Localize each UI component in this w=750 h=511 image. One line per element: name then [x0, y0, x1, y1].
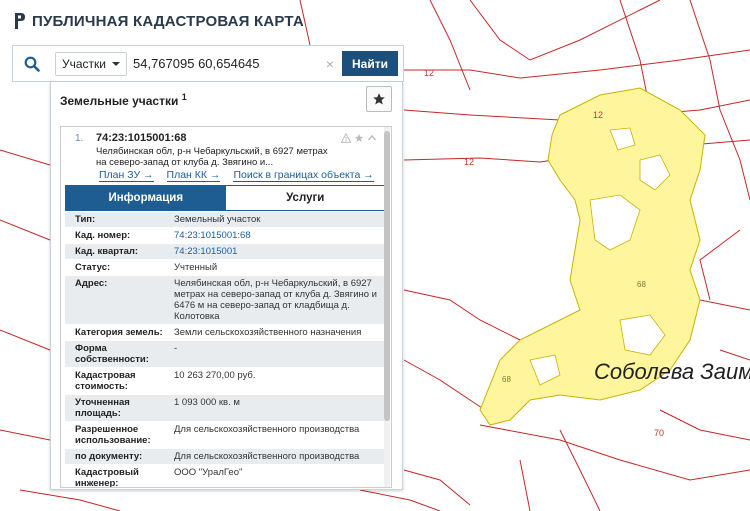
village-name-label: Соболева Заим: [594, 359, 750, 384]
prop-value: ООО "УралГео": [174, 467, 243, 478]
properties-table: Тип: Земельный участок Кад. номер: 74:23:1…: [65, 212, 386, 488]
panel-title-text: Земельные участки: [60, 94, 179, 108]
result-tabs: Информация Услуги: [65, 185, 386, 211]
prop-key: Адрес:: [75, 278, 108, 289]
prop-key: Кадастровый инженер:: [75, 467, 139, 488]
results-panel: Земельные участки 1 1. 74:23:1015001:68 …: [50, 82, 403, 490]
search-type-select[interactable]: Участки: [55, 51, 127, 76]
result-count: 1: [181, 92, 187, 102]
prop-key: Форма собственности:: [75, 343, 149, 365]
table-row: Кадастровый инженер: ООО "УралГео": [65, 465, 386, 488]
table-row: Статус: Учтенный: [65, 260, 386, 276]
table-row: Кадастровая стоимость: 10 263 270,00 руб.: [65, 368, 386, 395]
prop-value: -: [174, 343, 178, 354]
table-row: Форма собственности: -: [65, 341, 386, 368]
result-links: План ЗУ → План КК → Поиск в границах объ…: [99, 169, 374, 182]
table-row: Тип: Земельный участок: [65, 212, 386, 228]
parcel-number-label: 68: [637, 280, 646, 289]
prop-key: Кад. номер:: [75, 230, 131, 241]
table-row: Уточненная площадь: 1 093 000 кв. м: [65, 395, 386, 422]
prop-key: Кадастровая стоимость:: [75, 370, 136, 392]
find-button[interactable]: Найти: [342, 51, 398, 76]
search-bar: Участки × Найти: [12, 45, 404, 82]
star-icon[interactable]: [354, 133, 364, 143]
result-index: 1.: [75, 133, 84, 144]
prop-key: Категория земель:: [75, 327, 163, 338]
table-row: Кад. квартал: 74:23:1015001: [65, 244, 386, 260]
map-label: 12: [464, 157, 475, 167]
search-button[interactable]: [13, 46, 51, 81]
map-label: 12: [424, 68, 435, 78]
clear-icon[interactable]: ×: [326, 56, 334, 72]
prop-value-link[interactable]: 74:23:1015001:68: [170, 228, 386, 243]
link-plan-zu[interactable]: План ЗУ →: [99, 169, 154, 182]
table-row: по документу: Для сельскохозяйственного п…: [65, 449, 386, 465]
result-description: Челябинская обл, р-н Чебаркульский, в 69…: [96, 146, 328, 168]
brand: ПУБЛИЧНАЯ КАДАСТРОВАЯ КАРТА: [12, 12, 304, 30]
prop-key: Статус:: [75, 262, 111, 273]
panel-header: Земельные участки 1: [51, 82, 402, 118]
prop-key: Уточненная площадь:: [75, 397, 130, 419]
prop-value: Для сельскохозяйственного производства: [174, 451, 360, 462]
prop-value: Для сельскохозяйственного производства: [174, 424, 360, 435]
app-title: ПУБЛИЧНАЯ КАДАСТРОВАЯ КАРТА: [32, 12, 304, 30]
search-icon: [24, 56, 40, 72]
prop-value: 10 263 270,00 руб.: [174, 370, 256, 381]
rosreestr-logo-icon: [15, 13, 25, 29]
link-search-in-bounds[interactable]: Поиск в границах объекта →: [233, 169, 374, 182]
table-row: Категория земель: Земли сельскохозяйствен…: [65, 325, 386, 341]
panel-title: Земельные участки 1: [60, 92, 187, 108]
prop-value: Учтенный: [174, 262, 218, 273]
prop-value: Земли сельскохозяйственного назначения: [174, 327, 362, 338]
parcel-number-label: 68: [502, 375, 511, 384]
result-cadastral-id[interactable]: 74:23:1015001:68: [96, 132, 187, 144]
prop-key: Тип:: [75, 214, 96, 225]
result-actions: [341, 133, 377, 143]
star-icon: [373, 93, 385, 105]
tab-services[interactable]: Услуги: [225, 186, 385, 210]
table-row: Разрешенное использование: Для сельскохоз…: [65, 422, 386, 449]
prop-key: по документу:: [75, 451, 143, 462]
map-label: 70: [654, 428, 665, 438]
prop-value-link[interactable]: 74:23:1015001: [170, 244, 386, 259]
scrollbar-thumb[interactable]: [384, 131, 390, 421]
result-card: 1. 74:23:1015001:68 Челябинская обл, р-н…: [60, 126, 392, 488]
table-row: Кад. номер: 74:23:1015001:68: [65, 228, 386, 244]
chevron-up-icon[interactable]: [367, 133, 377, 143]
prop-value: Челябинская обл, р-н Чебаркульский, в 69…: [174, 278, 377, 322]
search-type-label: Участки: [62, 56, 106, 71]
caret-down-icon: [112, 61, 120, 66]
prop-key: Разрешенное использование:: [75, 424, 151, 446]
map-label: 12: [593, 110, 604, 120]
search-input[interactable]: [133, 51, 326, 76]
favorites-button[interactable]: [366, 86, 392, 112]
table-row: Адрес: Челябинская обл, р-н Чебаркульский…: [65, 276, 386, 325]
prop-key: Кад. квартал:: [75, 246, 139, 257]
link-plan-kk[interactable]: План КК →: [166, 169, 221, 182]
tab-information[interactable]: Информация: [66, 186, 226, 210]
prop-value: 1 093 000 кв. м: [174, 397, 240, 408]
prop-value: Земельный участок: [174, 214, 261, 225]
warning-icon[interactable]: [341, 133, 351, 143]
